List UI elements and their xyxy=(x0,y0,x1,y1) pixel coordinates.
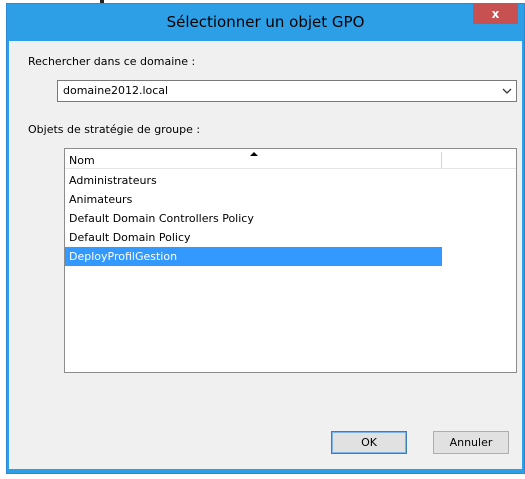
chevron-down-icon xyxy=(502,88,512,94)
window-frame-bottom xyxy=(7,469,524,473)
column-header-label: Nom xyxy=(69,154,95,167)
window-frame-right xyxy=(522,41,524,473)
gpo-list-item[interactable]: Administrateurs xyxy=(65,171,442,190)
domain-dropdown[interactable]: domaine2012.local xyxy=(57,80,517,102)
sort-ascending-icon xyxy=(250,152,258,156)
window-frame-left xyxy=(7,41,9,473)
gpo-list-label: Objets de stratégie de groupe : xyxy=(28,123,201,136)
gpo-list-item[interactable]: Animateurs xyxy=(65,190,442,209)
close-icon: x xyxy=(491,7,500,21)
gpo-list-item[interactable]: Default Domain Controllers Policy xyxy=(65,209,442,228)
domain-dropdown-value: domaine2012.local xyxy=(63,84,169,97)
gpo-list-item[interactable]: Default Domain Policy xyxy=(65,228,442,247)
column-header-nom[interactable]: Nom xyxy=(65,152,442,169)
gpo-listbox[interactable]: Nom Administrateurs Animateurs Default Dom… xyxy=(64,148,517,373)
gpo-rows: Administrateurs Animateurs Default Domain … xyxy=(65,171,442,266)
cancel-button[interactable]: Annuler xyxy=(433,431,509,454)
domain-label: Rechercher dans ce domaine : xyxy=(28,55,196,68)
title-bar[interactable]: Sélectionner un objet GPO x xyxy=(7,4,524,41)
gpo-list-item[interactable]: DeployProfilGestion xyxy=(65,247,442,266)
ok-button[interactable]: OK xyxy=(331,431,407,454)
column-header-filler xyxy=(442,152,516,169)
gpo-select-dialog: Sélectionner un objet GPO x Rechercher d… xyxy=(6,3,525,474)
close-button[interactable]: x xyxy=(473,4,518,24)
window-title: Sélectionner un objet GPO xyxy=(166,13,365,31)
